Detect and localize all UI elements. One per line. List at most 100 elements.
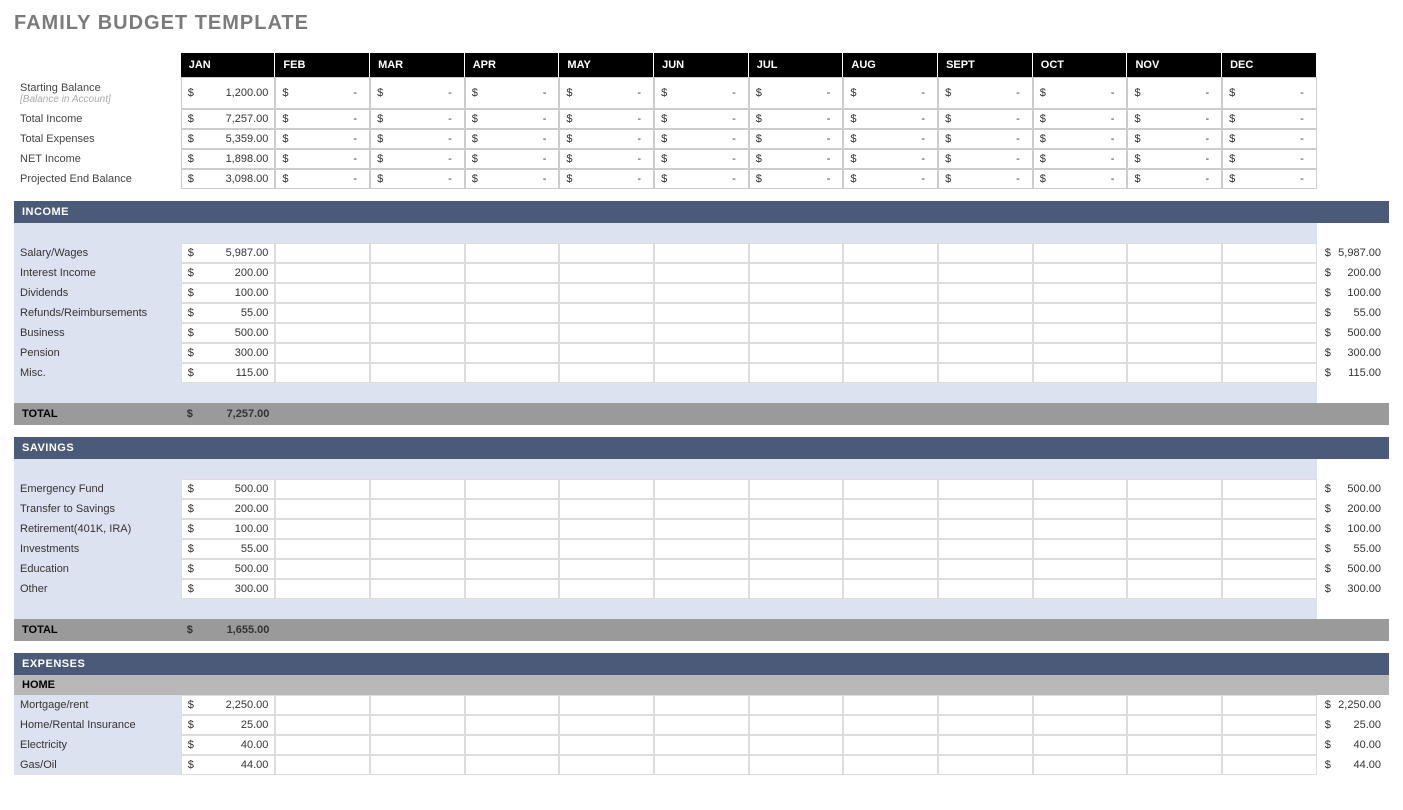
money-cell[interactable] bbox=[370, 323, 465, 343]
money-cell[interactable] bbox=[1222, 695, 1317, 715]
money-cell[interactable] bbox=[749, 283, 844, 303]
money-cell[interactable]: $- bbox=[749, 109, 844, 129]
money-cell[interactable] bbox=[654, 519, 749, 539]
money-cell[interactable] bbox=[465, 283, 560, 303]
money-cell[interactable]: $- bbox=[654, 109, 749, 129]
money-cell[interactable] bbox=[370, 283, 465, 303]
money-cell[interactable] bbox=[749, 735, 844, 755]
money-cell[interactable] bbox=[843, 715, 938, 735]
money-cell[interactable] bbox=[1127, 499, 1222, 519]
money-cell[interactable] bbox=[559, 303, 654, 323]
money-cell[interactable] bbox=[1033, 479, 1128, 499]
money-cell[interactable] bbox=[275, 715, 370, 735]
money-cell[interactable] bbox=[938, 519, 1033, 539]
money-cell[interactable]: $- bbox=[1222, 109, 1317, 129]
money-cell[interactable]: $44.00 bbox=[181, 755, 276, 775]
money-cell[interactable]: $- bbox=[654, 149, 749, 169]
money-cell[interactable] bbox=[749, 243, 844, 263]
money-cell[interactable]: $- bbox=[749, 149, 844, 169]
money-cell[interactable] bbox=[275, 283, 370, 303]
money-cell[interactable]: $- bbox=[938, 129, 1033, 149]
money-cell[interactable] bbox=[654, 479, 749, 499]
money-cell[interactable] bbox=[1033, 695, 1128, 715]
money-cell[interactable] bbox=[1222, 243, 1317, 263]
money-cell[interactable] bbox=[559, 519, 654, 539]
money-cell[interactable]: $- bbox=[1033, 149, 1128, 169]
money-cell[interactable]: $- bbox=[370, 129, 465, 149]
money-cell[interactable] bbox=[654, 263, 749, 283]
money-cell[interactable] bbox=[1033, 539, 1128, 559]
money-cell[interactable] bbox=[559, 363, 654, 383]
money-cell[interactable] bbox=[275, 499, 370, 519]
money-cell[interactable]: $- bbox=[843, 129, 938, 149]
money-cell[interactable] bbox=[1033, 579, 1128, 599]
money-cell[interactable]: $200.00 bbox=[181, 263, 276, 283]
money-cell[interactable] bbox=[275, 695, 370, 715]
money-cell[interactable] bbox=[1222, 363, 1317, 383]
money-cell[interactable] bbox=[654, 735, 749, 755]
money-cell[interactable] bbox=[1033, 559, 1128, 579]
money-cell[interactable] bbox=[749, 479, 844, 499]
money-cell[interactable]: $3,098.00 bbox=[181, 169, 276, 189]
money-cell[interactable] bbox=[559, 479, 654, 499]
money-cell[interactable] bbox=[275, 303, 370, 323]
money-cell[interactable] bbox=[275, 539, 370, 559]
money-cell[interactable] bbox=[370, 755, 465, 775]
money-cell[interactable]: $- bbox=[1127, 149, 1222, 169]
money-cell[interactable]: $100.00 bbox=[181, 519, 276, 539]
money-cell[interactable] bbox=[1222, 735, 1317, 755]
money-cell[interactable] bbox=[465, 539, 560, 559]
money-cell[interactable] bbox=[843, 539, 938, 559]
money-cell[interactable] bbox=[1033, 755, 1128, 775]
money-cell[interactable] bbox=[654, 363, 749, 383]
money-cell[interactable] bbox=[1127, 579, 1222, 599]
money-cell[interactable] bbox=[654, 243, 749, 263]
money-cell[interactable]: $- bbox=[654, 77, 749, 109]
money-cell[interactable]: $- bbox=[749, 129, 844, 149]
money-cell[interactable] bbox=[559, 343, 654, 363]
money-cell[interactable] bbox=[275, 343, 370, 363]
money-cell[interactable] bbox=[654, 343, 749, 363]
money-cell[interactable] bbox=[559, 323, 654, 343]
money-cell[interactable] bbox=[1033, 263, 1128, 283]
money-cell[interactable]: $- bbox=[465, 149, 560, 169]
money-cell[interactable] bbox=[275, 363, 370, 383]
money-cell[interactable] bbox=[843, 519, 938, 539]
money-cell[interactable] bbox=[938, 579, 1033, 599]
money-cell[interactable]: $5,987.00 bbox=[181, 243, 276, 263]
money-cell[interactable] bbox=[1222, 559, 1317, 579]
money-cell[interactable] bbox=[465, 303, 560, 323]
money-cell[interactable]: $- bbox=[1127, 109, 1222, 129]
money-cell[interactable]: $- bbox=[1127, 129, 1222, 149]
money-cell[interactable]: $300.00 bbox=[181, 579, 276, 599]
money-cell[interactable] bbox=[843, 263, 938, 283]
money-cell[interactable] bbox=[1127, 263, 1222, 283]
money-cell[interactable]: $- bbox=[843, 109, 938, 129]
money-cell[interactable]: $- bbox=[938, 169, 1033, 189]
money-cell[interactable] bbox=[1222, 343, 1317, 363]
money-cell[interactable] bbox=[843, 579, 938, 599]
money-cell[interactable] bbox=[275, 323, 370, 343]
money-cell[interactable] bbox=[1127, 303, 1222, 323]
money-cell[interactable] bbox=[1127, 519, 1222, 539]
money-cell[interactable] bbox=[559, 715, 654, 735]
money-cell[interactable] bbox=[1127, 479, 1222, 499]
money-cell[interactable] bbox=[1127, 283, 1222, 303]
money-cell[interactable] bbox=[559, 735, 654, 755]
money-cell[interactable] bbox=[1033, 499, 1128, 519]
money-cell[interactable] bbox=[938, 539, 1033, 559]
money-cell[interactable] bbox=[370, 263, 465, 283]
money-cell[interactable] bbox=[843, 755, 938, 775]
money-cell[interactable] bbox=[465, 735, 560, 755]
money-cell[interactable] bbox=[1127, 735, 1222, 755]
money-cell[interactable] bbox=[938, 499, 1033, 519]
money-cell[interactable] bbox=[1222, 715, 1317, 735]
money-cell[interactable]: $- bbox=[559, 169, 654, 189]
money-cell[interactable] bbox=[843, 735, 938, 755]
money-cell[interactable]: $- bbox=[1033, 129, 1128, 149]
money-cell[interactable] bbox=[275, 559, 370, 579]
money-cell[interactable] bbox=[843, 303, 938, 323]
money-cell[interactable]: $- bbox=[1222, 169, 1317, 189]
money-cell[interactable] bbox=[1033, 343, 1128, 363]
money-cell[interactable] bbox=[465, 755, 560, 775]
